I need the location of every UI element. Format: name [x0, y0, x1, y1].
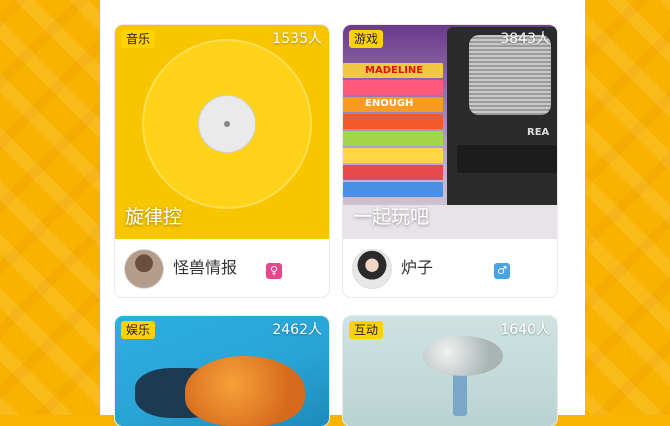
- vinyl-record-image: [142, 39, 312, 209]
- room-card-game[interactable]: MADELINE ENOUGH REA 游戏 3843人 一起玩吧 炉子 ♂: [343, 25, 557, 297]
- host-info: 炉子 ♂: [343, 239, 557, 297]
- viewer-count: 1640人: [500, 322, 550, 338]
- cover-text: MADELINE: [365, 65, 424, 76]
- cover-text: REA: [527, 127, 550, 138]
- avatar[interactable]: [124, 249, 164, 289]
- category-tag: 娱乐: [121, 321, 156, 339]
- room-cover: 音乐 1535人 旋律控: [115, 25, 329, 239]
- room-card-music[interactable]: 音乐 1535人 旋律控 怪兽情报 ♀: [115, 25, 329, 297]
- host-name: 炉子: [401, 258, 434, 277]
- room-title: 一起玩吧: [353, 206, 430, 228]
- cover-image: [185, 356, 305, 426]
- room-cover: 互动 1640人: [343, 316, 557, 426]
- category-tag: 音乐: [121, 30, 156, 48]
- cover-image: [423, 336, 503, 376]
- viewer-count: 1535人: [272, 31, 322, 47]
- tv-image: REA: [447, 27, 557, 217]
- category-tag: 游戏: [349, 30, 384, 48]
- game-tapes-image: MADELINE ENOUGH: [343, 63, 455, 203]
- male-icon: ♂: [494, 263, 510, 279]
- category-tag: 互动: [349, 321, 384, 339]
- room-title: 旋律控: [125, 206, 183, 228]
- room-cover: 娱乐 2462人: [115, 316, 329, 426]
- room-card-interactive[interactable]: 互动 1640人: [343, 316, 557, 426]
- cover-text: ENOUGH: [365, 98, 414, 109]
- avatar[interactable]: [352, 249, 392, 289]
- room-cover: MADELINE ENOUGH REA 游戏 3843人 一起玩吧: [343, 25, 557, 239]
- viewer-count: 2462人: [272, 322, 322, 338]
- female-icon: ♀: [266, 263, 282, 279]
- room-card-entertainment[interactable]: 娱乐 2462人: [115, 316, 329, 426]
- host-name: 怪兽情报: [173, 258, 238, 277]
- viewer-count: 3843人: [500, 31, 550, 47]
- host-info: 怪兽情报 ♀: [115, 239, 329, 297]
